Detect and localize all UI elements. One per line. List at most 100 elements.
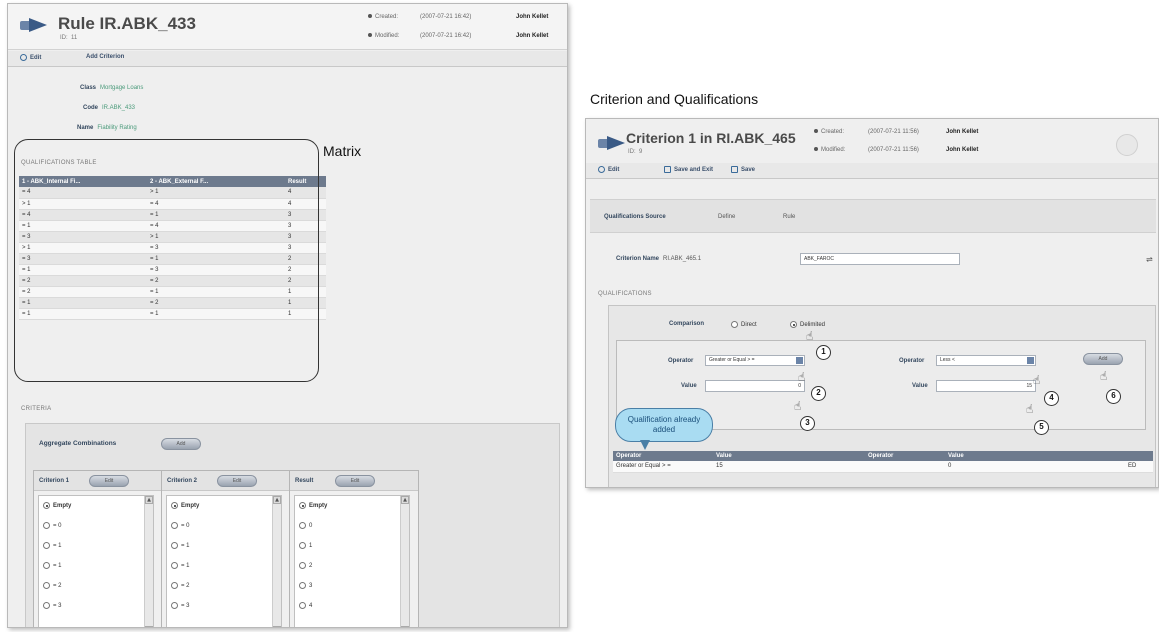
criteria-column-title: Criterion 2 (167, 478, 198, 484)
matrix-label: Matrix (323, 143, 362, 159)
scroll-up-icon[interactable]: ▲ (145, 496, 153, 504)
list-item[interactable]: = 2 (43, 582, 62, 589)
list-item-label: = 1 (53, 543, 62, 550)
list-item-label: = 1 (53, 563, 62, 570)
list-item[interactable]: 0 (299, 522, 312, 529)
list-item[interactable]: Empty (171, 502, 199, 509)
operator1-label-text: Operator (668, 358, 694, 364)
comparison-label: Comparison (669, 321, 708, 327)
list-item-label: = 3 (53, 603, 62, 610)
table-header-row: Operator Value Operator Value (613, 451, 1153, 461)
radio-icon (43, 582, 50, 589)
field-class-value: Mortgage Loans (100, 85, 144, 91)
criteria-column-3: ResultEditEmpty01234▲▼ (289, 470, 419, 627)
list-item[interactable]: 1 (299, 542, 312, 549)
scroll-up-icon[interactable]: ▲ (401, 496, 409, 504)
list-item[interactable]: = 1 (43, 542, 62, 549)
operator2-select[interactable]: Less < (936, 355, 1036, 366)
direct-radio[interactable]: Direct (731, 321, 757, 328)
list-item[interactable]: = 1 (171, 562, 190, 569)
scrollbar[interactable]: ▲▼ (400, 496, 409, 627)
radio-icon (299, 522, 306, 529)
rt-cell: Greater or Equal > = (613, 461, 713, 473)
scrollbar[interactable]: ▲▼ (272, 496, 281, 627)
rt-col-value2[interactable]: Value (945, 451, 1125, 461)
callout-tail (640, 440, 650, 450)
hand-cursor-icon: ☝ (794, 399, 802, 413)
criterion-name: Criterion Name RI.ABK_465.1 (616, 256, 701, 262)
criterion-name-field[interactable]: ABK_FAROC (800, 253, 960, 265)
value2-field[interactable]: 15 (936, 380, 1036, 392)
radio-icon (43, 602, 50, 609)
list-item[interactable]: Empty (43, 502, 71, 509)
edit-button[interactable]: Edit (20, 54, 41, 61)
list-item[interactable]: = 1 (171, 542, 190, 549)
list-item[interactable]: 3 (299, 582, 312, 589)
table-row[interactable]: Greater or Equal > = 15 0 ED (613, 461, 1153, 473)
qualification-callout: Qualification already added (615, 408, 713, 442)
list-item-label: Empty (181, 503, 200, 510)
list-item[interactable]: = 0 (171, 522, 190, 529)
add-criterion-button[interactable]: Add Criterion (86, 54, 124, 60)
list-item[interactable]: = 0 (43, 522, 62, 529)
criteria-option-list[interactable]: Empty= 0= 1= 1= 2= 3▲▼ (166, 495, 282, 627)
criterion-created-label: Created: (821, 129, 845, 135)
scroll-down-icon[interactable]: ▼ (401, 626, 409, 627)
list-item[interactable]: 2 (299, 562, 312, 569)
qs-rule-option[interactable]: Rule (783, 214, 795, 220)
list-item[interactable]: 4 (299, 602, 312, 609)
criteria-edit-button[interactable]: Edit (217, 475, 257, 487)
list-item-label: Empty (309, 503, 328, 510)
qualifications-label: QUALIFICATIONS (598, 291, 652, 297)
list-item[interactable]: = 1 (43, 562, 62, 569)
criterion-name-label: Criterion Name (616, 256, 660, 262)
scroll-down-icon[interactable]: ▼ (145, 626, 153, 627)
list-item-label: 1 (309, 543, 313, 550)
radio-icon (171, 522, 178, 529)
list-item-label: 2 (309, 563, 313, 570)
qualifications-source-label: Qualifications Source (604, 214, 666, 220)
delimited-radio[interactable]: Delimited (790, 321, 825, 328)
rule-id: ID: 11 (60, 35, 77, 41)
list-item[interactable]: Empty (299, 502, 327, 509)
comparison-label-text: Comparison (669, 321, 705, 327)
scrollbar[interactable]: ▲▼ (144, 496, 153, 627)
list-item[interactable]: = 3 (43, 602, 62, 609)
value1-field[interactable]: 0 (705, 380, 805, 392)
criterion-created-time: (2007-07-21 11:56) (868, 129, 919, 135)
rt-cell[interactable]: ED (1125, 461, 1153, 473)
rt-col-value1[interactable]: Value (713, 451, 865, 461)
radio-icon (171, 542, 178, 549)
chevron-down-icon (1027, 357, 1034, 364)
list-item-label: = 1 (181, 543, 190, 550)
add-qualification-button[interactable]: Add (1083, 353, 1123, 365)
scroll-down-icon[interactable]: ▼ (273, 626, 281, 627)
criteria-option-list[interactable]: Empty= 0= 1= 1= 2= 3▲▼ (38, 495, 154, 627)
criteria-edit-button[interactable]: Edit (335, 475, 375, 487)
criterion-edit-button[interactable]: Edit (598, 166, 619, 173)
list-item[interactable]: = 3 (171, 602, 190, 609)
scroll-up-icon[interactable]: ▲ (273, 496, 281, 504)
criteria-column-header: Criterion 1 Edit (34, 471, 162, 491)
rt-col-operator2[interactable]: Operator (865, 451, 945, 461)
step-badge-5: 5 (1034, 420, 1049, 435)
hand-cursor-icon: ☝ (798, 370, 806, 384)
list-item[interactable]: = 2 (171, 582, 190, 589)
criterion-id-value: 9 (639, 149, 643, 155)
rt-col-operator1[interactable]: Operator (613, 451, 713, 461)
criteria-option-list[interactable]: Empty01234▲▼ (294, 495, 410, 627)
save-and-exit-button[interactable]: Save and Exit (664, 166, 713, 173)
step-badge-6: 6 (1106, 389, 1121, 404)
created-label: Created: (375, 14, 399, 20)
criterion-created: Created: (814, 129, 844, 135)
save-button[interactable]: Save (731, 166, 755, 173)
operator1-label: Operator (668, 358, 697, 364)
qualifications-result-table: Operator Value Operator Value Greater or… (613, 451, 1153, 473)
radio-icon (171, 602, 178, 609)
aggregate-add-button[interactable]: Add (161, 438, 201, 450)
edit-icon (598, 166, 605, 173)
qs-define-option[interactable]: Define (718, 214, 735, 220)
criteria-edit-button[interactable]: Edit (89, 475, 129, 487)
edit-button-label: Edit (30, 55, 42, 62)
operator1-select[interactable]: Greater or Equal > = (705, 355, 805, 366)
